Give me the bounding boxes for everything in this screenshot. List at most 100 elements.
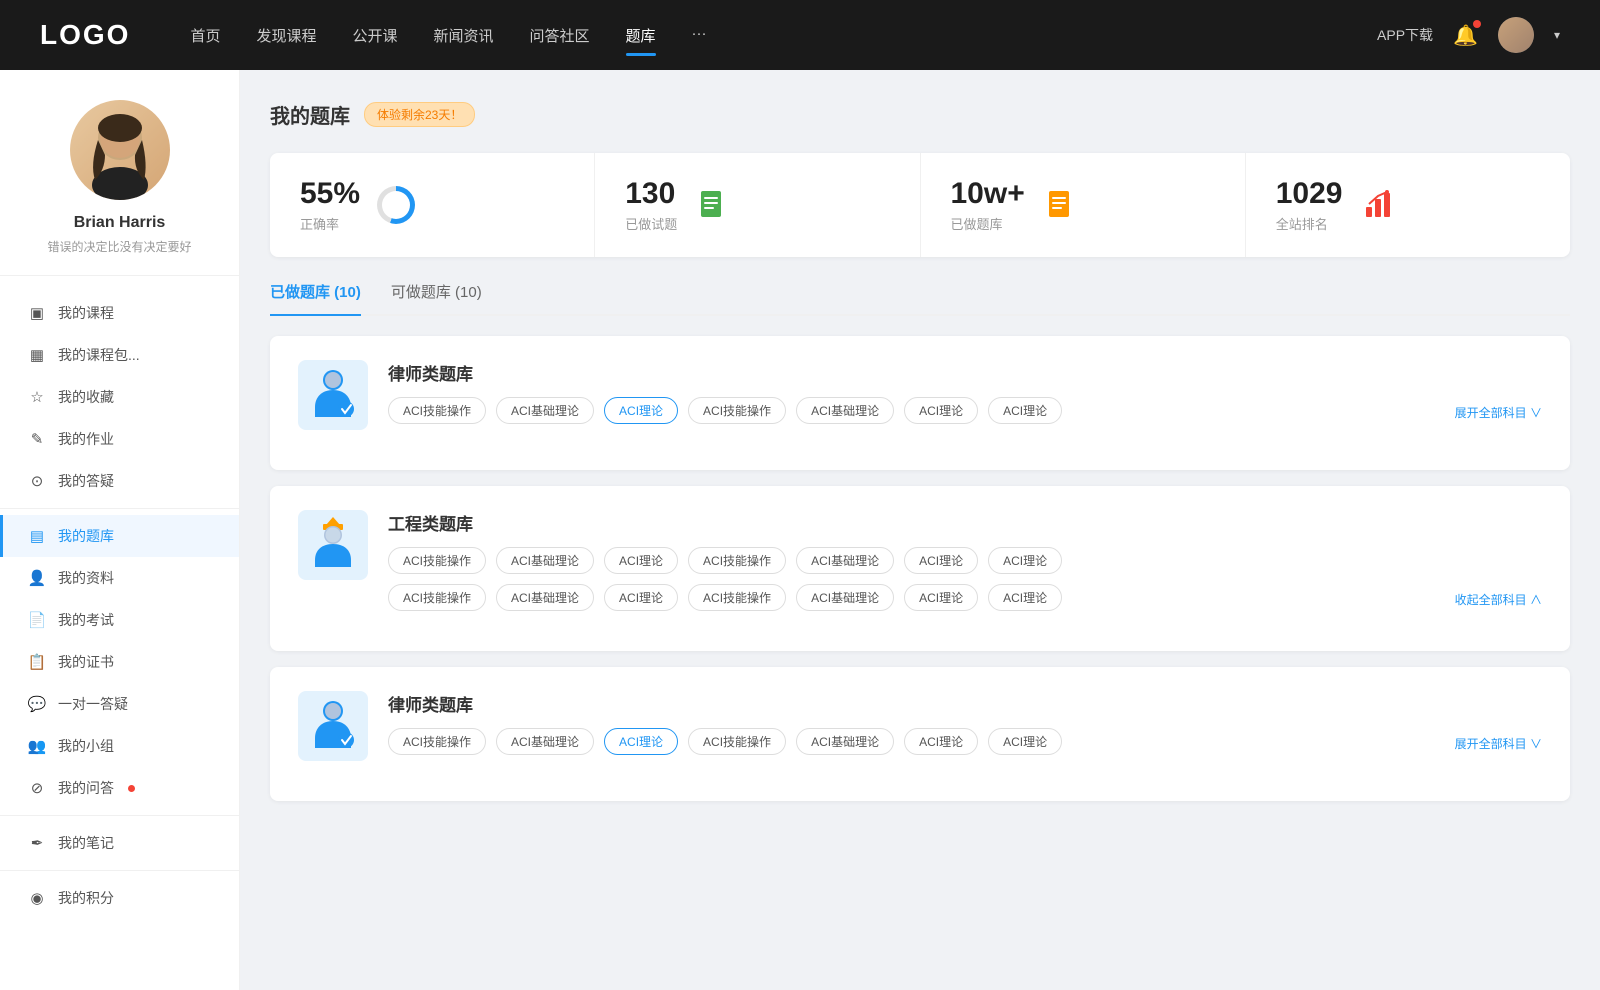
notification-dot-myqa — [128, 785, 135, 792]
tag-r2-2-engineer[interactable]: ACI理论 — [604, 584, 678, 611]
sidebar-item-label-points: 我的积分 — [58, 888, 114, 908]
expand-button-lawyer1[interactable]: 展开全部科目 ∨ — [1455, 400, 1542, 421]
tag-2-lawyer1[interactable]: ACI理论 — [604, 397, 678, 424]
sidebar-item-label-notes: 我的笔记 — [58, 833, 114, 853]
tag-3-lawyer1[interactable]: ACI技能操作 — [688, 397, 786, 424]
nav-link-···[interactable]: ··· — [692, 21, 707, 50]
favorites-icon: ☆ — [28, 388, 46, 406]
trial-badge: 体验剩余23天！ — [364, 102, 475, 127]
notification-badge — [1473, 20, 1481, 28]
stat-value-done: 130 — [625, 177, 677, 210]
sidebar-item-myqa[interactable]: ⊘我的问答 — [0, 767, 239, 809]
tag-4-engineer[interactable]: ACI基础理论 — [796, 547, 894, 574]
tag-r2-6-engineer[interactable]: ACI理论 — [988, 584, 1062, 611]
profile-avatar — [70, 100, 170, 200]
sidebar-item-homework[interactable]: ✎我的作业 — [0, 418, 239, 460]
tag-r2-1-engineer[interactable]: ACI基础理论 — [496, 584, 594, 611]
tag-0-lawyer1[interactable]: ACI技能操作 — [388, 397, 486, 424]
nav-link-题库[interactable]: 题库 — [626, 21, 656, 50]
tag-r2-0-engineer[interactable]: ACI技能操作 — [388, 584, 486, 611]
tag-6-lawyer2[interactable]: ACI理论 — [988, 728, 1062, 755]
qb-title-lawyer1: 律师类题库 — [388, 360, 1542, 385]
accuracy-pie — [377, 186, 415, 224]
stat-value-banks: 10w+ — [951, 177, 1025, 210]
notes-icon: ✒ — [28, 834, 46, 852]
sidebar-item-points[interactable]: ◉我的积分 — [0, 877, 239, 919]
tag-3-engineer[interactable]: ACI技能操作 — [688, 547, 786, 574]
tag-2-engineer[interactable]: ACI理论 — [604, 547, 678, 574]
collapse-button-engineer[interactable]: 收起全部科目 ∧ — [1455, 587, 1542, 608]
sidebar-item-qa1on1[interactable]: 💬一对一答疑 — [0, 683, 239, 725]
sidebar-divider — [0, 815, 239, 816]
tag-r2-4-engineer[interactable]: ACI基础理论 — [796, 584, 894, 611]
qb-title-lawyer2: 律师类题库 — [388, 691, 1542, 716]
sidebar-item-label-homework: 我的作业 — [58, 429, 114, 449]
sidebar-item-courses[interactable]: ▣我的课程 — [0, 292, 239, 334]
stat-label-banks: 已做题库 — [951, 214, 1025, 233]
sidebar-item-qbank[interactable]: ▤我的题库 — [0, 515, 239, 557]
tags-row1-lawyer2: ACI技能操作 ACI基础理论 ACI理论 ACI技能操作 ACI基础理论 ACI理论 AC… — [388, 728, 1542, 755]
tab-可做题库 (10)[interactable]: 可做题库 (10) — [391, 281, 482, 314]
nav-link-首页[interactable]: 首页 — [190, 21, 220, 50]
sidebar-item-group[interactable]: 👥我的小组 — [0, 725, 239, 767]
sidebar-item-profile_info[interactable]: 👤 我的资料 — [0, 557, 239, 599]
tag-3-lawyer2[interactable]: ACI技能操作 — [688, 728, 786, 755]
navbar: LOGO 首页 发现课程 公开课 新闻资讯 问答社区 题库 ··· APP下载 🔔 ▾ — [0, 0, 1600, 70]
stat-ranking: 1029 全站排名 — [1246, 153, 1570, 257]
tag-2-lawyer2[interactable]: ACI理论 — [604, 728, 678, 755]
tag-1-lawyer2[interactable]: ACI基础理论 — [496, 728, 594, 755]
tag-6-engineer[interactable]: ACI理论 — [988, 547, 1062, 574]
sidebar-item-cert[interactable]: 📋我的证书 — [0, 641, 239, 683]
tag-r2-3-engineer[interactable]: ACI技能操作 — [688, 584, 786, 611]
tag-0-engineer[interactable]: ACI技能操作 — [388, 547, 486, 574]
sidebar-item-packages[interactable]: ▦我的课程包... — [0, 334, 239, 376]
pie-inner — [382, 191, 410, 219]
qb-cards: 律师类题库ACI技能操作ACI基础理论ACI理论ACI技能操作ACI基础理论AC… — [270, 336, 1570, 801]
logo[interactable]: LOGO — [40, 19, 130, 51]
qb-card-content-engineer: 工程类题库ACI技能操作ACI基础理论ACI理论ACI技能操作ACI基础理论AC… — [388, 510, 1542, 611]
tag-1-lawyer1[interactable]: ACI基础理论 — [496, 397, 594, 424]
expand-button-lawyer2[interactable]: 展开全部科目 ∨ — [1455, 731, 1542, 752]
bell-icon: 🔔 — [1453, 25, 1478, 47]
avatar[interactable] — [1498, 17, 1534, 53]
tag-5-lawyer1[interactable]: ACI理论 — [904, 397, 978, 424]
nav-link-发现课程[interactable]: 发现课程 — [256, 21, 316, 50]
chevron-down-icon[interactable]: ▾ — [1554, 28, 1560, 42]
sidebar-item-label-exam: 我的考试 — [58, 610, 114, 630]
tag-4-lawyer1[interactable]: ACI基础理论 — [796, 397, 894, 424]
sidebar-item-favorites[interactable]: ☆我的收藏 — [0, 376, 239, 418]
sidebar-divider — [0, 508, 239, 509]
lawyer-icon-wrap — [298, 691, 368, 761]
tag-0-lawyer2[interactable]: ACI技能操作 — [388, 728, 486, 755]
sidebar-item-notes[interactable]: ✒ 我的笔记 — [0, 822, 239, 864]
tag-r2-5-engineer[interactable]: ACI理论 — [904, 584, 978, 611]
notification-bell[interactable]: 🔔 — [1453, 23, 1478, 48]
sidebar-item-questions[interactable]: ⊙我的答疑 — [0, 460, 239, 502]
sidebar-item-exam[interactable]: 📄我的考试 — [0, 599, 239, 641]
document-icon — [697, 189, 729, 221]
page-title: 我的题库 — [270, 100, 350, 129]
profile_info-icon: 👤 — [28, 569, 46, 587]
nav-link-新闻资讯[interactable]: 新闻资讯 — [434, 21, 494, 50]
sidebar-item-label-profile_info: 我的资料 — [58, 568, 114, 588]
nav-link-问答社区[interactable]: 问答社区 — [530, 21, 590, 50]
chart-red-icon — [1359, 185, 1399, 225]
tag-1-engineer[interactable]: ACI基础理论 — [496, 547, 594, 574]
qb-card-content-lawyer2: 律师类题库ACI技能操作ACI基础理论ACI理论ACI技能操作ACI基础理论AC… — [388, 691, 1542, 755]
stat-label-ranking: 全站排名 — [1276, 214, 1343, 233]
sidebar-divider — [0, 870, 239, 871]
profile-name: Brian Harris — [74, 214, 166, 232]
nav-right: APP下载 🔔 ▾ — [1377, 17, 1560, 53]
tab-已做题库 (10)[interactable]: 已做题库 (10) — [270, 281, 361, 314]
tag-4-lawyer2[interactable]: ACI基础理论 — [796, 728, 894, 755]
lawyer-figure-svg — [308, 698, 358, 754]
tag-5-lawyer2[interactable]: ACI理论 — [904, 728, 978, 755]
pie-chart-icon — [376, 185, 416, 225]
sidebar-item-label-qa1on1: 一对一答疑 — [58, 694, 128, 714]
sidebar-item-label-group: 我的小组 — [58, 736, 114, 756]
tag-6-lawyer1[interactable]: ACI理论 — [988, 397, 1062, 424]
tags-row1-lawyer1: ACI技能操作 ACI基础理论 ACI理论 ACI技能操作 ACI基础理论 ACI理论 AC… — [388, 397, 1542, 424]
tag-5-engineer[interactable]: ACI理论 — [904, 547, 978, 574]
nav-link-公开课[interactable]: 公开课 — [352, 21, 397, 50]
app-download-button[interactable]: APP下载 — [1377, 25, 1433, 45]
